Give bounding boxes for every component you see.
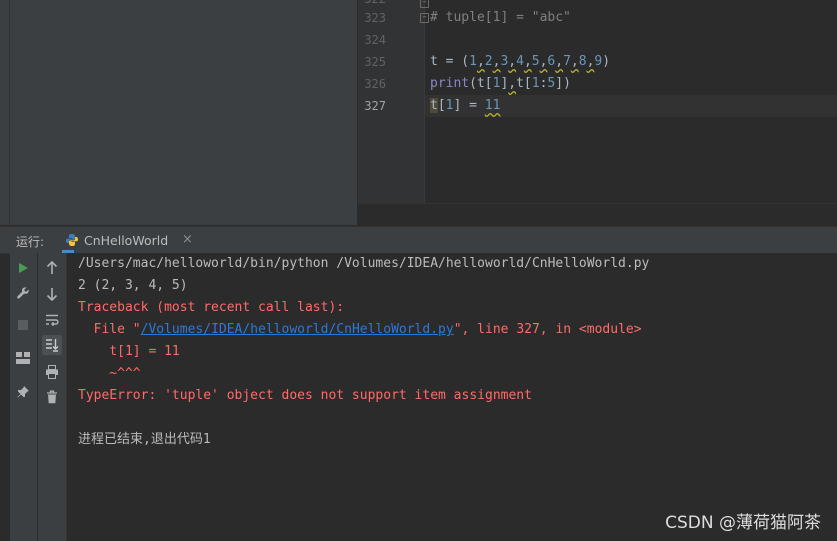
console-error-line: File "/Volumes/IDEA/helloworld/CnHelloWo… [78,319,642,341]
code-comment: # tuple[1] = "abc" [430,10,571,25]
run-toolbar-primary [10,253,37,541]
arrow-up-icon[interactable] [42,258,62,278]
run-tool-window-header: 运行: CnHelloWorld × [0,226,837,254]
console-line: 2 (2, 3, 4, 5) [78,278,188,293]
run-icon[interactable] [13,258,33,278]
console-exit-line: 进程已结束,退出代码1 [78,432,211,447]
print-icon[interactable] [42,362,62,382]
console-error-line: TypeError: 'tuple' object does not suppo… [78,388,532,403]
stop-icon[interactable] [13,315,33,335]
traceback-suffix: ", line 327, in <module> [453,322,642,337]
arrow-down-icon[interactable] [42,284,62,304]
layout-icon[interactable] [13,348,33,368]
code-editor[interactable]: 322 323 324 325 326 327 − − # tuple[1] =… [358,0,837,226]
line-number: 323 [364,11,386,25]
console-error-line: t[1] = 11 [78,344,180,359]
fold-marker-icon[interactable]: − [420,13,429,23]
code-line[interactable]: print(t[1],t[1:5]) [430,73,571,95]
run-toolbar-secondary [38,253,67,541]
wrench-icon[interactable] [13,283,33,303]
console-error-line: ~^^^ [78,366,141,381]
code-line[interactable]: # tuple[1] = "abc" [430,7,571,29]
line-number: 326 [364,77,386,91]
line-number-current: 327 [364,99,386,113]
code-line-current[interactable]: t[1] = 11 [430,95,500,117]
project-pane [10,0,358,225]
line-number: 324 [364,33,386,47]
run-label: 运行: [16,235,45,249]
close-icon[interactable]: × [182,232,193,247]
run-console[interactable]: /Users/mac/helloworld/bin/python /Volume… [67,253,837,541]
editor-gutter: 322 323 324 325 326 327 − − [358,0,429,203]
console-line: /Users/mac/helloworld/bin/python /Volume… [78,256,650,271]
watermark: CSDN @薄荷猫阿茶 [665,513,821,533]
traceback-file-link[interactable]: /Volumes/IDEA/helloworld/CnHelloWorld.py [141,322,454,337]
run-tab-label: CnHelloWorld [84,233,169,248]
code-line[interactable]: t = (1,2,3,4,5,6,7,8,9) [430,51,610,73]
left-tool-strip [0,0,10,225]
run-tab-cnhelloworld[interactable]: CnHelloWorld × [62,227,193,253]
fold-marker-icon[interactable]: − [420,0,429,8]
traceback-prefix: File " [78,322,141,337]
trash-icon[interactable] [42,387,62,407]
pin-icon[interactable] [13,382,33,402]
scroll-to-end-icon[interactable] [42,335,62,355]
console-error-line: Traceback (most recent call last): [78,300,345,315]
line-number: 325 [364,55,386,69]
python-icon [66,234,78,246]
soft-wrap-icon[interactable] [42,310,62,330]
editor-bottom-area [358,203,837,226]
